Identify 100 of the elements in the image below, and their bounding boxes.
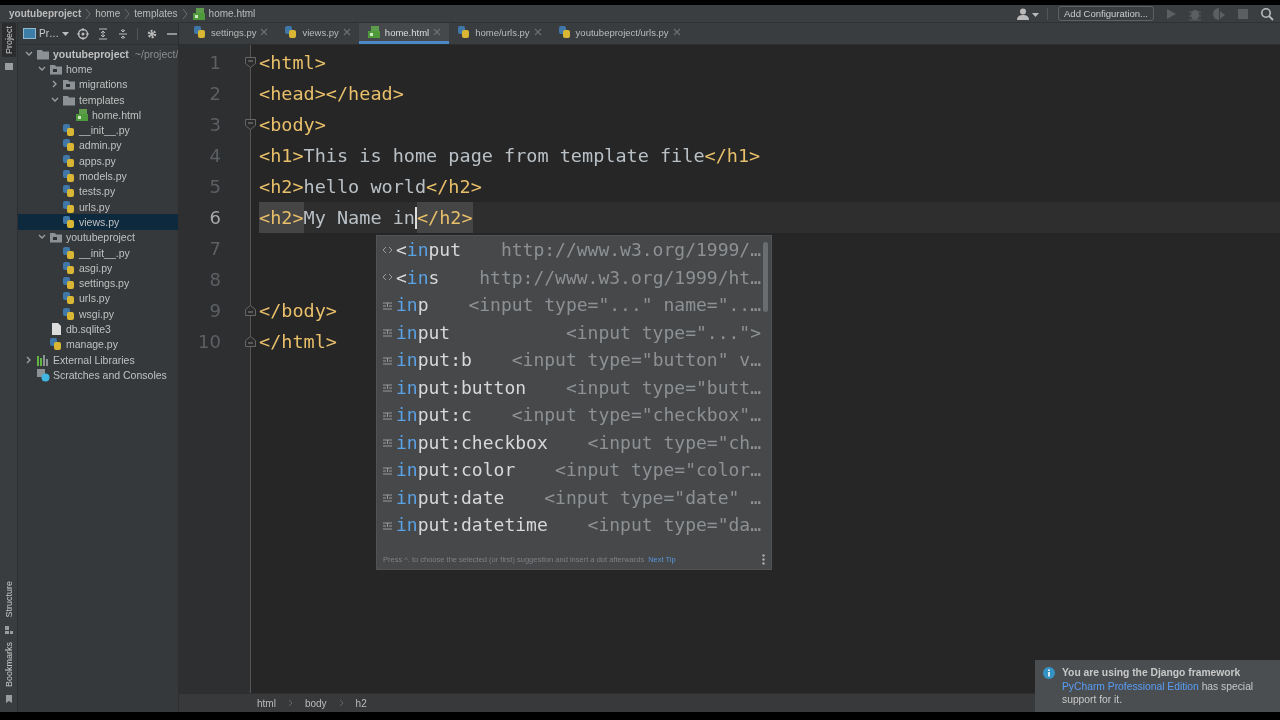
- template-icon: [382, 464, 393, 475]
- suggestion-item[interactable]: input:date <input type="date" …: [377, 483, 771, 511]
- suggestion-item[interactable]: input <input type="...">: [377, 318, 771, 346]
- search-icon[interactable]: [1260, 6, 1274, 21]
- python-file-icon: [62, 184, 76, 199]
- collapse-all-icon[interactable]: [117, 27, 129, 40]
- user-menu-button[interactable]: [1017, 7, 1048, 20]
- folder-icon: [62, 77, 76, 92]
- tree-item[interactable]: Scratches and Consoles: [18, 367, 178, 383]
- line-number: 6: [209, 207, 222, 228]
- tree-item[interactable]: __init__.py: [18, 122, 178, 138]
- tree-item[interactable]: __init__.py: [18, 244, 178, 261]
- tree-item[interactable]: wsgi.py: [18, 306, 178, 322]
- settings-icon[interactable]: [146, 27, 158, 40]
- breadcrumb-item[interactable]: templates: [134, 8, 178, 19]
- suggestion-item[interactable]: <input http://www.w3.org/1999/…: [377, 236, 771, 264]
- scrollbar[interactable]: [763, 242, 768, 312]
- more-options-icon[interactable]: [762, 554, 765, 565]
- project-view-dropdown[interactable]: Pr…: [23, 28, 69, 39]
- suggestion-item[interactable]: <ins http://www.w3.org/1999/ht…: [377, 263, 771, 291]
- tree-item[interactable]: apps.py: [18, 153, 178, 169]
- chevron-right-icon: [84, 7, 93, 20]
- fold-icon[interactable]: [245, 336, 256, 347]
- tree-item[interactable]: home: [18, 61, 178, 77]
- fold-icon[interactable]: [245, 119, 256, 130]
- editor-tab[interactable]: youtubeproject/urls.py: [549, 23, 689, 44]
- html-tag: </body>: [259, 295, 337, 326]
- tree-item[interactable]: External Libraries: [18, 351, 178, 368]
- structure-icon: [3, 625, 14, 635]
- python-file-icon: [284, 25, 299, 39]
- close-icon[interactable]: [672, 28, 681, 36]
- notification-title: You are using the Django framework: [1062, 666, 1242, 680]
- python-file-icon: [557, 25, 572, 39]
- person-icon: [1017, 7, 1031, 20]
- template-icon: [382, 437, 393, 448]
- code-text: My Name in: [303, 206, 415, 230]
- chevron-right-icon: [287, 699, 293, 707]
- suggestion-item[interactable]: input:button <input type="butt…: [377, 373, 771, 401]
- tag-icon: [382, 272, 393, 283]
- scratches-icon: [36, 367, 50, 382]
- add-configuration-button[interactable]: Add Configuration...: [1058, 6, 1154, 21]
- close-icon[interactable]: [533, 28, 542, 36]
- html-tag: <h2>: [259, 202, 304, 233]
- breadcrumb-item[interactable]: home: [95, 8, 121, 19]
- editor-tab[interactable]: home.html: [358, 23, 450, 44]
- close-icon[interactable]: [260, 28, 269, 36]
- fold-icon[interactable]: [245, 305, 256, 316]
- suggestion-item[interactable]: input:c <input type="checkbox"…: [377, 401, 771, 429]
- tree-item[interactable]: models.py: [18, 168, 178, 184]
- tree-item[interactable]: views.py: [18, 214, 178, 230]
- tree-item[interactable]: db.sqlite3: [18, 321, 178, 337]
- tool-window-button[interactable]: Project: [1, 23, 16, 57]
- tree-item[interactable]: urls.py: [18, 198, 178, 215]
- tree-item[interactable]: templates: [18, 91, 178, 108]
- chevron-right-icon: [338, 699, 344, 707]
- python-file-icon: [62, 291, 76, 306]
- expand-all-icon[interactable]: [97, 27, 109, 40]
- chevron-right-icon: [123, 7, 132, 20]
- python-file-icon: [62, 138, 76, 153]
- tool-window-button[interactable]: Structure: [1, 578, 16, 621]
- breadcrumb-item[interactable]: html: [257, 697, 276, 709]
- html-tag: </h1>: [704, 140, 761, 171]
- fold-icon[interactable]: [245, 57, 256, 68]
- python-file-icon: [62, 245, 76, 260]
- tree-item[interactable]: settings.py: [18, 275, 178, 291]
- bar-chart-icon: [36, 352, 50, 367]
- tree-item[interactable]: urls.py: [18, 290, 178, 307]
- editor-tab[interactable]: home/urls.py: [449, 23, 550, 44]
- template-icon: [382, 409, 393, 420]
- suggestion-item[interactable]: input:color <input type="color…: [377, 456, 771, 484]
- html-tag: <head></head>: [259, 78, 404, 109]
- suggestion-item[interactable]: input:checkbox <input type="ch…: [377, 428, 771, 456]
- html-tag: <html>: [259, 47, 326, 78]
- suggestion-item[interactable]: input:datetime <input type="da…: [377, 511, 771, 539]
- tree-item[interactable]: tests.py: [18, 183, 178, 199]
- breadcrumb-item[interactable]: home.html: [191, 6, 256, 21]
- editor-tab[interactable]: settings.py: [185, 23, 277, 44]
- breadcrumb-item[interactable]: h2: [355, 697, 367, 709]
- tree-item[interactable]: manage.py: [18, 336, 178, 352]
- suggestion-item[interactable]: inp <input type="..." name="..…: [377, 291, 771, 319]
- python-file-icon: [62, 260, 76, 275]
- breadcrumb-item[interactable]: body: [304, 697, 327, 709]
- info-icon: [1043, 667, 1055, 679]
- suggestion-item[interactable]: input:b <input type="button" v…: [377, 346, 771, 374]
- tree-item[interactable]: admin.py: [18, 137, 178, 154]
- tree-item[interactable]: asgi.py: [18, 260, 178, 276]
- html-file-icon: [75, 107, 89, 122]
- template-icon: [382, 519, 393, 530]
- tree-item[interactable]: migrations: [18, 76, 178, 92]
- tree-item[interactable]: youtubeproject: [18, 229, 178, 245]
- tree-item[interactable]: home.html: [18, 107, 178, 123]
- tool-window-button[interactable]: Bookmarks: [1, 639, 16, 690]
- folder-icon: [3, 61, 14, 71]
- target-icon[interactable]: [77, 27, 89, 40]
- editor-tab[interactable]: views.py: [276, 23, 359, 44]
- tree-item[interactable]: youtubeproject ~/project/: [18, 46, 178, 62]
- breadcrumb-item[interactable]: youtubeproject: [9, 8, 82, 19]
- close-icon[interactable]: [342, 28, 351, 36]
- notification-text: PyCharm Professional Edition has special support for it.: [1062, 679, 1255, 707]
- html-tag: <h2>: [259, 171, 304, 202]
